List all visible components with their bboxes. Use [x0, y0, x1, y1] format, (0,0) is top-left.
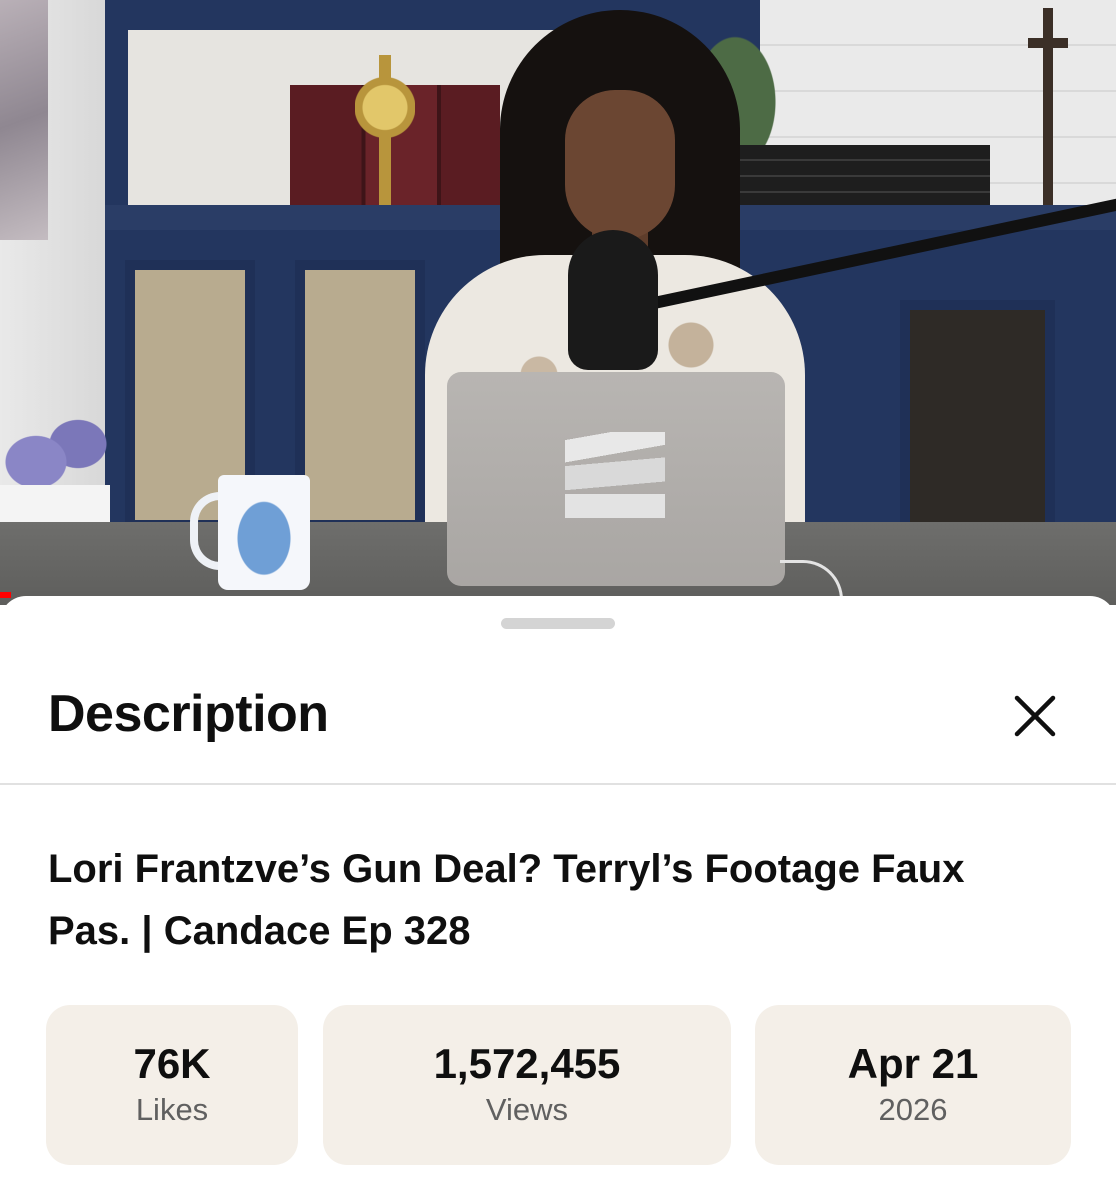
date-stat: Apr 21 2026	[755, 1005, 1071, 1165]
publish-date: Apr 21	[847, 1040, 979, 1087]
likes-count: 76K	[133, 1040, 211, 1087]
views-label: Views	[485, 1092, 569, 1127]
video-player[interactable]	[0, 0, 1116, 605]
publish-year: 2026	[878, 1092, 948, 1127]
cabinet-panel	[295, 260, 425, 530]
mug	[218, 475, 310, 590]
cabinet-panel	[900, 300, 1055, 550]
likes-stat: 76K Likes	[46, 1005, 298, 1165]
sheet-title: Description	[48, 685, 329, 743]
video-progress-bar[interactable]	[0, 592, 12, 598]
views-count: 1,572,455	[433, 1040, 621, 1087]
host-face	[565, 90, 675, 240]
wall-art	[0, 0, 48, 240]
divider	[0, 783, 1116, 785]
likes-label: Likes	[135, 1092, 209, 1127]
views-stat: 1,572,455 Views	[323, 1005, 731, 1165]
video-title: Lori Frantzve’s Gun Deal? Terryl’s Foota…	[48, 847, 965, 953]
microphone	[568, 230, 658, 370]
monstrance-ornament	[355, 55, 415, 205]
close-button[interactable]	[1003, 684, 1067, 748]
crucifix	[1028, 8, 1068, 228]
description-sheet: Description Lori Frantzve’s Gun Deal? Te…	[0, 596, 1116, 1200]
close-icon	[1014, 695, 1056, 737]
laptop-sticker	[565, 432, 665, 522]
drag-handle[interactable]	[501, 618, 615, 629]
